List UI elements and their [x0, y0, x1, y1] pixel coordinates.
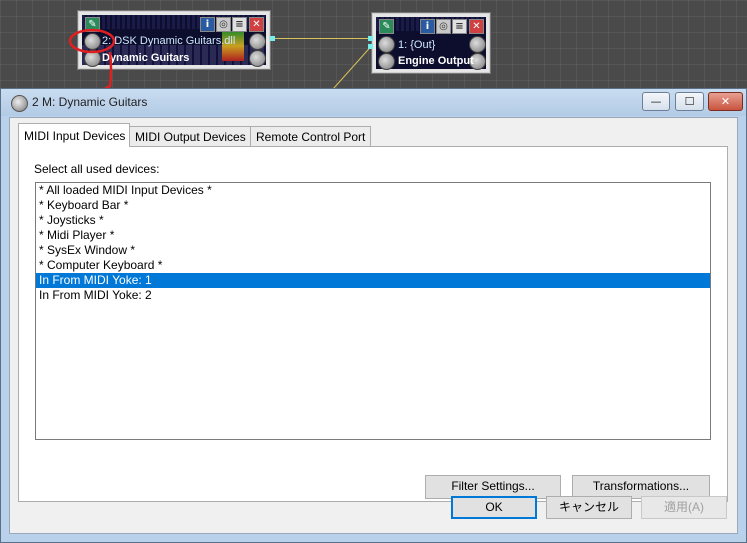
tab-panel: Select all used devices: * All loaded MI…: [18, 146, 728, 502]
ok-button[interactable]: OK: [451, 496, 537, 519]
midi-out-port-icon[interactable]: [249, 33, 266, 50]
module-engine-output[interactable]: ✎ i ◎ ≡ ✕ 1: {Out} Engine Output: [372, 13, 490, 73]
module-name: Engine Output: [398, 55, 474, 67]
port-connector: [368, 44, 373, 49]
close-module-icon[interactable]: ✕: [469, 19, 484, 34]
audio-out-port-icon[interactable]: [249, 50, 266, 67]
list-item[interactable]: * Computer Keyboard *: [36, 258, 710, 273]
list-item[interactable]: * Keyboard Bar *: [36, 198, 710, 213]
module-icon: [11, 95, 28, 112]
settings-icon[interactable]: ◎: [436, 19, 451, 34]
info-icon[interactable]: i: [200, 17, 215, 32]
dialog-client-area: MIDI Input Devices MIDI Output Devices R…: [9, 117, 738, 534]
list-icon[interactable]: ≡: [452, 19, 467, 34]
tab-remote-control-port[interactable]: Remote Control Port: [250, 126, 371, 146]
list-item-selected[interactable]: In From MIDI Yoke: 1: [36, 273, 710, 288]
apply-button[interactable]: 適用(A): [641, 496, 727, 519]
midi-in-port-icon[interactable]: [378, 36, 395, 53]
title-bar[interactable]: 2 M: Dynamic Guitars — ☐ ✕: [1, 89, 746, 116]
list-item[interactable]: In From MIDI Yoke: 2: [36, 288, 710, 303]
dialog-title: 2 M: Dynamic Guitars: [32, 95, 148, 109]
port-connector: [368, 36, 373, 41]
close-button[interactable]: ✕: [708, 92, 743, 111]
module-title: 1: {Out}: [398, 39, 436, 51]
list-icon[interactable]: ≡: [232, 17, 247, 32]
edit-icon[interactable]: ✎: [379, 19, 394, 34]
list-item[interactable]: * Joysticks *: [36, 213, 710, 228]
audio-in-port-icon[interactable]: [378, 53, 395, 70]
cable-horizontal: [272, 38, 368, 39]
minimize-button[interactable]: —: [642, 92, 670, 111]
tab-midi-input-devices[interactable]: MIDI Input Devices: [18, 123, 130, 147]
list-item[interactable]: * SysEx Window *: [36, 243, 710, 258]
close-module-icon[interactable]: ✕: [249, 17, 264, 32]
devices-prompt: Select all used devices:: [34, 162, 160, 176]
devices-listbox[interactable]: * All loaded MIDI Input Devices * * Keyb…: [35, 182, 711, 440]
midi-out-port-icon[interactable]: [469, 36, 486, 53]
settings-icon[interactable]: ◎: [216, 17, 231, 32]
tab-midi-output-devices[interactable]: MIDI Output Devices: [129, 126, 251, 146]
info-icon[interactable]: i: [420, 19, 435, 34]
port-connector: [270, 36, 275, 41]
midi-settings-dialog: 2 M: Dynamic Guitars — ☐ ✕ MIDI Input De…: [0, 88, 747, 543]
maximize-button[interactable]: ☐: [675, 92, 704, 111]
list-item[interactable]: * Midi Player *: [36, 228, 710, 243]
cancel-button[interactable]: キャンセル: [546, 496, 632, 519]
list-item[interactable]: * All loaded MIDI Input Devices *: [36, 183, 710, 198]
